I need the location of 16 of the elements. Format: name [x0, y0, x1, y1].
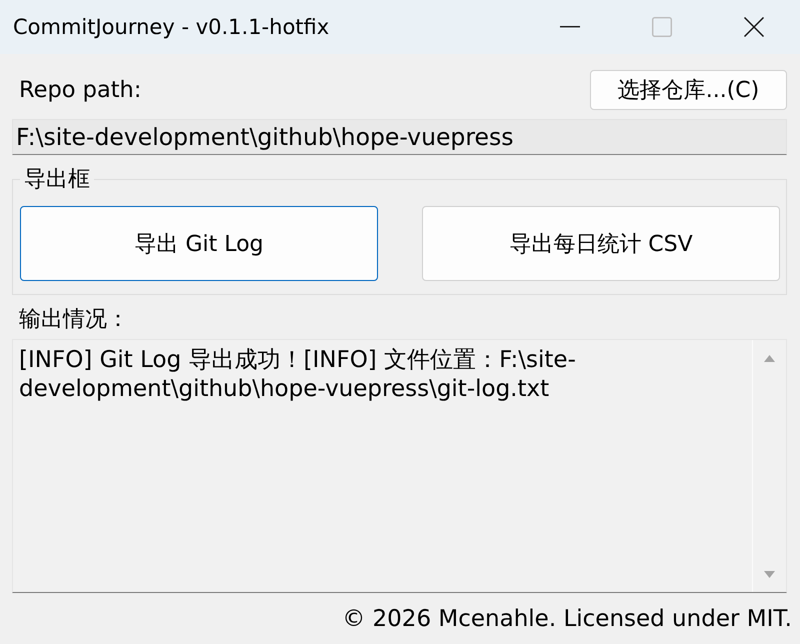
scroll-up-icon[interactable] — [764, 355, 775, 362]
output-field[interactable]: [INFO] Git Log 导出成功！[INFO] 文件位置：F:\site-development\github\hope-vuepress\git-log.txt — [12, 339, 787, 593]
export-button[interactable]: 导出每日统计 CSV — [422, 206, 780, 281]
license-text: © 2026 Mcenahle. Licensed under MIT. — [342, 606, 792, 632]
maximize-icon — [652, 17, 672, 37]
export-button[interactable]: 导出 Git Log — [20, 206, 378, 281]
scroll-down-icon[interactable] — [764, 571, 775, 578]
output-label: 输出情况： — [18, 307, 130, 333]
close-icon — [744, 17, 764, 37]
window-title: CommitJourney - v0.1.1-hotfix — [12, 15, 330, 39]
repo-path-field[interactable]: F:\site-development\github\hope-vuepress — [12, 119, 787, 155]
output-log-text: [INFO] Git Log 导出成功！[INFO] 文件位置：F:\site-development\github\hope-vuepress\git-log.txt — [18, 346, 577, 404]
minimize-icon — [560, 26, 580, 28]
choose-repo-button[interactable]: 选择仓库...(C) — [590, 70, 787, 110]
repo-path-label: Repo path: — [18, 77, 142, 103]
group-title: 导出框 — [23, 167, 91, 192]
